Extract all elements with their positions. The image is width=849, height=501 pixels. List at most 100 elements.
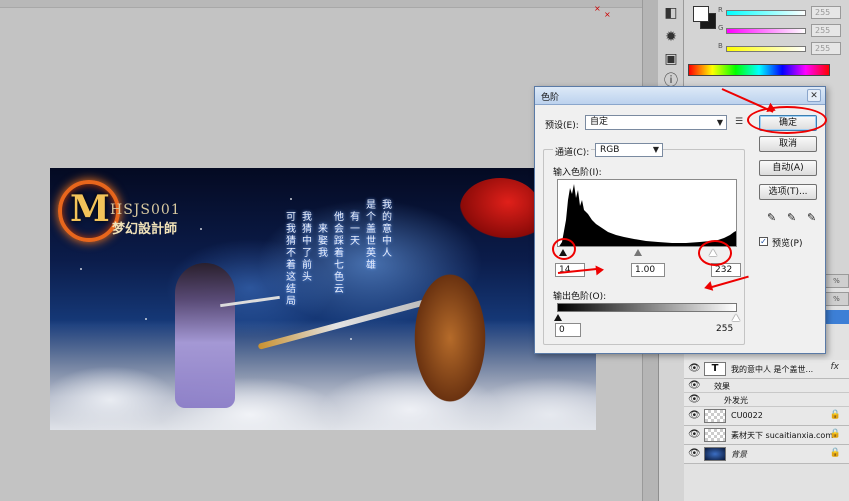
- color-row-label: R: [718, 6, 723, 14]
- poem-column: 是个盖世英雄: [366, 200, 376, 271]
- color-row-label: G: [718, 24, 724, 32]
- poem-column: 有一天: [350, 212, 360, 247]
- preset-label: 预设(E):: [545, 121, 579, 131]
- chevron-down-icon: ▼: [716, 118, 723, 127]
- preset-select[interactable]: 自定 ▼: [585, 115, 727, 130]
- dialog-titlebar[interactable]: 色阶 ✕: [535, 87, 825, 105]
- auto-button[interactable]: 自动(A): [759, 160, 817, 176]
- lock-icon: 🔒: [829, 448, 841, 458]
- input-levels-label: 输入色阶(I):: [553, 168, 602, 178]
- color-slider-row: R 255: [718, 6, 843, 20]
- monkey-king-figure: [390, 228, 510, 418]
- logo-chinese-name: 梦幻設計師: [112, 222, 178, 237]
- eye-icon[interactable]: 👁: [688, 410, 701, 421]
- layer-thumbnail: [704, 409, 726, 423]
- annotation-circle-white-point: [698, 240, 732, 266]
- input-midtone-field[interactable]: 1.00: [631, 263, 665, 277]
- image-icon[interactable]: ▣: [662, 50, 680, 68]
- preview-checkbox[interactable]: ✓: [759, 237, 768, 246]
- selected-layer-highlight[interactable]: [824, 310, 849, 324]
- layer-name: 素材天下 sucaitianxia.com: [731, 431, 834, 440]
- layer-row-background[interactable]: 👁 背景 🔒: [684, 445, 849, 464]
- color-slider-bar[interactable]: [726, 46, 806, 52]
- preset-menu-icon[interactable]: ☰: [735, 117, 743, 127]
- options-button[interactable]: 选项(T)...: [759, 184, 817, 200]
- eye-icon[interactable]: 👁: [688, 448, 701, 459]
- output-white-field[interactable]: 255: [713, 323, 739, 337]
- preview-label: 预览(P): [772, 239, 803, 249]
- output-black-handle[interactable]: [554, 314, 562, 321]
- panel-side-button[interactable]: %: [824, 292, 849, 306]
- layer-effects-row[interactable]: 👁 效果: [684, 379, 849, 393]
- layer-thumbnail: T: [704, 362, 726, 376]
- layer-effect-name: 外发光: [724, 396, 748, 405]
- color-value-field[interactable]: 255: [811, 24, 841, 37]
- poem-column: 来娶我: [318, 224, 328, 259]
- color-slider-bar[interactable]: [726, 28, 806, 34]
- logo-letter: M: [70, 188, 110, 230]
- dialog-title: 色阶: [541, 93, 560, 103]
- histogram-icon[interactable]: ◧: [662, 4, 680, 22]
- poem-column: 可我猜不着这结局: [286, 212, 296, 307]
- color-value-field[interactable]: 255: [811, 6, 841, 19]
- layer-name: CU0022: [731, 411, 763, 420]
- chevron-down-icon: ▼: [652, 145, 659, 154]
- star: [80, 268, 82, 270]
- histogram: [557, 179, 737, 247]
- annotation-circle-ok: [747, 106, 827, 134]
- annotation-circle-black-point: [552, 238, 576, 260]
- fx-icon[interactable]: fx: [831, 362, 840, 372]
- layer-effect-name: 效果: [714, 382, 730, 391]
- color-slider-row: G 255: [718, 24, 843, 38]
- color-spectrum-bar[interactable]: [688, 64, 830, 76]
- output-black-field[interactable]: 0: [555, 323, 581, 337]
- brush-settings-icon[interactable]: ✹: [662, 28, 680, 46]
- close-icon[interactable]: ✕: [807, 89, 821, 102]
- poem-column: 他会踩着七色云: [334, 212, 344, 295]
- canvas-image[interactable]: M HSJS001 梦幻設計師 我的意中人 是个盖世英雄 有一天 他会踩着七色云…: [50, 168, 596, 430]
- poem-column: 我的意中人: [382, 200, 392, 259]
- layer-thumbnail: [704, 428, 726, 442]
- guide-marker: ×: [594, 4, 601, 13]
- poem-column: 我猜中了前头: [302, 212, 312, 283]
- output-white-handle[interactable]: [732, 314, 740, 321]
- annotation-arrowhead: [595, 264, 605, 276]
- star: [290, 198, 292, 200]
- channel-select[interactable]: RGB ▼: [595, 143, 663, 157]
- guide-marker: ×: [604, 10, 611, 19]
- preset-value: 自定: [590, 117, 609, 127]
- layer-effect-row[interactable]: 👁 外发光: [684, 393, 849, 407]
- logo-code: HSJS001: [110, 202, 181, 218]
- black-eyedropper-icon[interactable]: ✎: [767, 211, 776, 224]
- layer-name: 我的意中人 是个盖世...: [731, 365, 814, 374]
- layer-name: 背景: [731, 450, 747, 459]
- eye-icon[interactable]: 👁: [688, 380, 701, 391]
- panel-side-button[interactable]: %: [824, 274, 849, 288]
- color-row-label: B: [718, 42, 723, 50]
- color-value-field[interactable]: 255: [811, 42, 841, 55]
- color-slider-row: B 255: [718, 42, 843, 56]
- eye-icon[interactable]: 👁: [688, 394, 701, 405]
- layer-row-image[interactable]: 👁 CU0022 🔒: [684, 407, 849, 426]
- lock-icon: 🔒: [829, 410, 841, 420]
- document-top-strip: [0, 0, 658, 8]
- female-figure: [175, 263, 235, 408]
- eye-icon[interactable]: 👁: [688, 429, 701, 440]
- white-eyedropper-icon[interactable]: ✎: [807, 211, 816, 224]
- gray-eyedropper-icon[interactable]: ✎: [787, 211, 796, 224]
- channel-value: RGB: [600, 145, 620, 155]
- cloud-layer: [50, 320, 596, 430]
- panel-icon-strip: ◧ ✹ ▣ ⓘ: [658, 0, 684, 100]
- lock-icon: 🔒: [829, 429, 841, 439]
- cancel-button[interactable]: 取消: [759, 136, 817, 152]
- layer-row-image[interactable]: 👁 素材天下 sucaitianxia.com 🔒: [684, 426, 849, 445]
- output-levels-label: 输出色阶(O):: [553, 292, 607, 302]
- output-gradient-bar: [557, 303, 737, 312]
- midtone-handle[interactable]: [634, 249, 642, 256]
- layer-row-text[interactable]: 👁 T 我的意中人 是个盖世... fx: [684, 360, 849, 379]
- color-slider-bar[interactable]: [726, 10, 806, 16]
- eye-icon[interactable]: 👁: [688, 363, 701, 374]
- foreground-color-swatch[interactable]: [693, 6, 709, 22]
- star: [200, 228, 202, 230]
- channel-label: 通道(C):: [553, 145, 592, 158]
